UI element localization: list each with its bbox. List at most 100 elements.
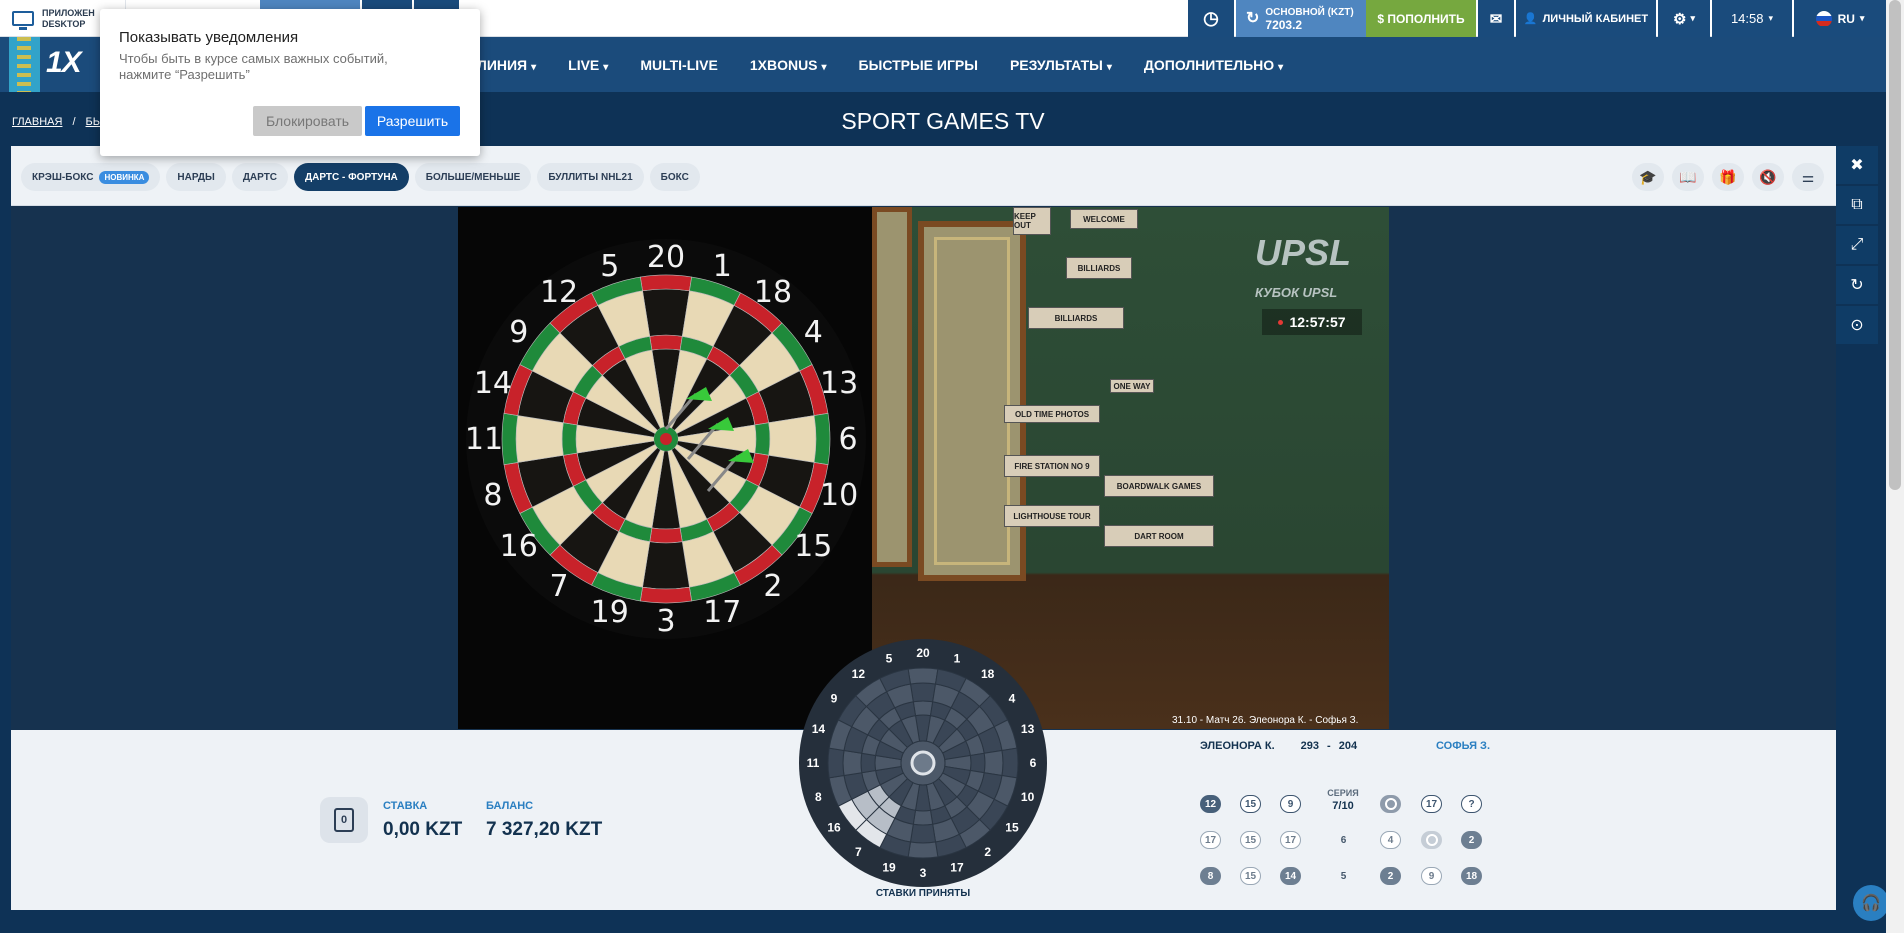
chevron-down-icon: ▾ [603, 61, 609, 73]
betboard-sector[interactable] [827, 747, 845, 779]
history-button[interactable]: ◷ [1188, 0, 1234, 37]
betboard-sector[interactable] [909, 682, 937, 703]
tab-crash-box[interactable]: КРЭШ-БОКС НОВИНКА [21, 163, 161, 191]
dartboard-number: 17 [703, 595, 741, 630]
book-icon: 📖 [1679, 168, 1697, 185]
reload-button[interactable]: ↻ [1836, 266, 1878, 304]
fullscreen-button[interactable]: ⤢ [1836, 226, 1878, 264]
tab-darts[interactable]: ДАРТС [231, 163, 289, 191]
betboard-sector[interactable] [969, 752, 986, 774]
dartboard-number: 1 [713, 249, 732, 284]
nav-item-more[interactable]: ДОПОЛНИТЕЛЬНО ▾ [1144, 57, 1283, 73]
betboard-bullseye[interactable] [910, 750, 936, 776]
betboard-number: 1 [954, 651, 961, 665]
gift-button[interactable]: 🎁 [1712, 163, 1744, 191]
bullseye [660, 433, 672, 445]
mute-button[interactable]: 🔇 [1752, 163, 1784, 191]
throw-chip: 15 [1240, 867, 1261, 885]
wall-sign: LIGHTHOUSE TOUR [1004, 505, 1100, 527]
wall-sign: ONE WAY [1110, 379, 1154, 393]
allow-button[interactable]: Разрешить [365, 106, 460, 136]
dartboard-number: 20 [647, 240, 685, 275]
nav-item-results[interactable]: РЕЗУЛЬТАТЫ ▾ [1010, 57, 1112, 73]
betboard-sector[interactable] [909, 823, 937, 844]
betboard-number: 5 [886, 651, 893, 665]
betboard-sector[interactable] [907, 841, 939, 859]
betboard-sector[interactable] [983, 749, 1004, 777]
block-button[interactable]: Блокировать [253, 106, 362, 136]
chevron-down-icon: ▾ [1278, 61, 1284, 73]
wall-sign: KEEP OUT [1013, 207, 1051, 235]
tutorial-button[interactable]: 🎓 [1632, 163, 1664, 191]
close-button[interactable]: ✖ [1836, 146, 1878, 184]
personal-cabinet-button[interactable]: 👤 ЛИЧНЫЙ КАБИНЕТ [1516, 0, 1656, 37]
series-step: 5 [1340, 870, 1347, 882]
support-chat-button[interactable]: 🎧 [1853, 885, 1889, 921]
dartboard-segment [649, 527, 683, 544]
kazakh-ornament-strip [9, 37, 40, 92]
tab-nhl21-shootouts[interactable]: БУЛЛИТЫ NHL21 [537, 163, 644, 191]
dartboard-number: 19 [591, 595, 629, 630]
chevron-down-icon: ▾ [1768, 13, 1774, 23]
nav-item-fast-games[interactable]: БЫСТРЫЕ ИГРЫ [859, 57, 978, 73]
settings-sliders-button[interactable]: ⚌ [1792, 163, 1824, 191]
chevron-down-icon: ▾ [531, 61, 537, 73]
betting-dartboard[interactable]: 20 1 18 4 13 6 10 15 2 17 3 19 7 16 8 11 14 9 12 5 [798, 638, 1048, 888]
throw-chip: 17 [1200, 831, 1221, 849]
score-dash: - [1327, 740, 1331, 752]
tab-darts-fortune[interactable]: ДАРТС - ФОРТУНА [294, 163, 409, 191]
dartboard-number: 2 [763, 569, 782, 604]
throw-chip: 4 [1380, 831, 1401, 849]
nav-item-1xbonus[interactable]: 1XBONUS ▾ [750, 57, 827, 73]
betboard-sector[interactable] [1001, 747, 1019, 779]
bullseye-chip-icon [1421, 831, 1442, 849]
betboard-sector[interactable] [912, 809, 934, 826]
deposit-button[interactable]: $ ПОПОЛНИТЬ [1366, 0, 1476, 37]
dartboard-segment [515, 415, 564, 463]
dartboard-segment [649, 334, 683, 351]
betboard-sector[interactable] [842, 749, 863, 777]
side-toolbar: ✖ ⧉ ⤢ ↻ ⊙ [1836, 146, 1878, 346]
throw-chip: 2 [1461, 831, 1482, 849]
stake-button[interactable]: 0 [320, 797, 368, 843]
scrollbar-thumb[interactable] [1889, 0, 1901, 490]
betboard-number: 7 [855, 845, 862, 859]
mail-button[interactable]: ✉ [1478, 0, 1514, 37]
throw-chip: 9 [1421, 867, 1442, 885]
nav-item-live[interactable]: LIVE ▾ [568, 57, 608, 73]
language-selector[interactable]: RU ▾ [1794, 0, 1886, 37]
dartboard-number: 13 [820, 366, 858, 401]
betboard-sector[interactable] [912, 700, 934, 717]
time-selector[interactable]: 14:58 ▾ [1712, 0, 1792, 37]
tab-higher-lower[interactable]: БОЛЬШЕ/МЕНЬШЕ [414, 163, 532, 191]
tab-boxing[interactable]: БОКС [649, 163, 700, 191]
balance-amount: 7 327,20 KZT [486, 819, 603, 840]
dartboard-number: 4 [804, 315, 823, 350]
settings-button[interactable]: ⚙ ▾ [1658, 0, 1710, 37]
balance-label: БАЛАНС [486, 800, 534, 812]
popout-button[interactable]: ⧉ [1836, 186, 1878, 224]
user-icon: 👤 [1523, 13, 1538, 25]
chevron-down-icon: ▾ [1106, 61, 1112, 73]
rules-button[interactable]: 📖 [1672, 163, 1704, 191]
betboard-number: 18 [981, 667, 995, 681]
betboard-number: 16 [827, 821, 841, 835]
series-value: 7/10 [1332, 800, 1354, 812]
betboard-sector[interactable] [907, 667, 939, 685]
site-logo[interactable]: 1X [46, 46, 82, 80]
balance-button[interactable]: ↻ ОСНОВНОЙ (KZT) 7203.2 [1236, 0, 1366, 37]
betboard-sector[interactable] [860, 752, 877, 774]
dartboard-segment [561, 422, 578, 456]
throw-chip: 2 [1380, 867, 1401, 885]
nav-item-multi-live[interactable]: MULTI-LIVE [640, 57, 718, 73]
toggle-button[interactable]: ⊙ [1836, 306, 1878, 344]
bullseye-chip-icon [1380, 795, 1401, 813]
score-panel: ЭЛЕОНОРА К. 293 - 204 СОФЬЯ З. [1200, 740, 1490, 752]
dartboard-segment [813, 413, 831, 465]
balance-value: 7203.2 [1265, 17, 1303, 32]
tab-backgammon[interactable]: НАРДЫ [166, 163, 226, 191]
upsl-watermark: UPSL [1255, 232, 1352, 273]
nav-item-line[interactable]: ЛИНИЯ ▾ [477, 57, 536, 73]
stake-label: СТАВКА [383, 800, 428, 812]
balance-label: ОСНОВНОЙ (KZT) [1265, 6, 1354, 18]
